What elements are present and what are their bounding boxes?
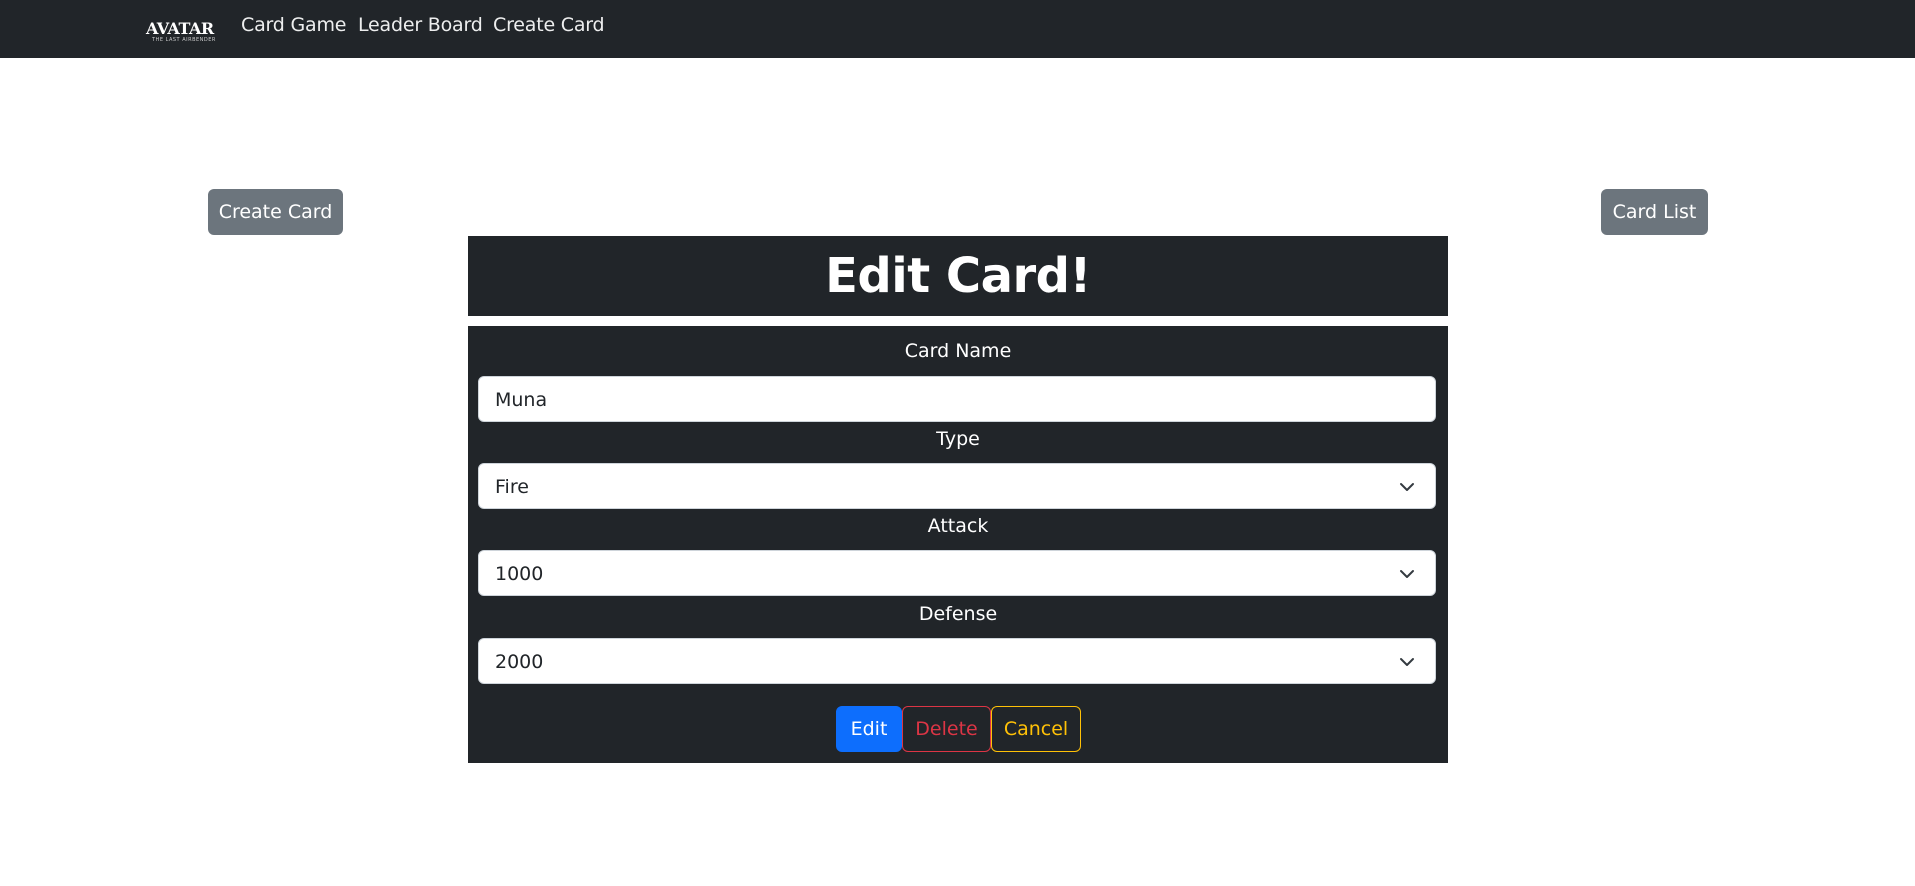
card-name-label: Card Name (904, 340, 1012, 362)
logo-wordmark: AVATAR (146, 19, 214, 38)
attack-value: 1000 (495, 563, 544, 585)
attack-label: Attack (927, 515, 989, 537)
edit-card-form: Card Name Muna Type Fire Attack 1000 Def… (468, 326, 1448, 763)
defense-label: Defense (918, 603, 998, 625)
card-name-value: Muna (495, 389, 548, 411)
nav-link-leader-board[interactable]: Leader Board (358, 14, 483, 36)
logo-subtitle: THE LAST AIRBENDER (152, 37, 216, 43)
cancel-button[interactable]: Cancel (991, 706, 1081, 752)
defense-select[interactable]: 2000 (478, 638, 1436, 684)
edit-button[interactable]: Edit (836, 706, 902, 752)
page-title: Edit Card! (825, 248, 1091, 304)
type-label: Type (936, 428, 980, 450)
card-list-button[interactable]: Card List (1601, 189, 1708, 235)
card-name-input[interactable]: Muna (478, 376, 1436, 422)
type-value: Fire (495, 476, 529, 498)
page-title-panel: Edit Card! (468, 236, 1448, 316)
defense-value: 2000 (495, 651, 544, 673)
nav-link-card-game[interactable]: Card Game (241, 14, 346, 36)
delete-button[interactable]: Delete (902, 706, 991, 752)
nav-link-create-card[interactable]: Create Card (493, 14, 605, 36)
create-card-button[interactable]: Create Card (208, 189, 343, 235)
type-select[interactable]: Fire (478, 463, 1436, 509)
avatar-logo[interactable]: AVATAR THE LAST AIRBENDER (146, 14, 215, 43)
attack-select[interactable]: 1000 (478, 550, 1436, 596)
chevron-down-icon (1400, 570, 1414, 578)
chevron-down-icon (1400, 658, 1414, 666)
chevron-down-icon (1400, 483, 1414, 491)
top-navbar: AVATAR THE LAST AIRBENDER Card Game Lead… (0, 0, 1915, 58)
